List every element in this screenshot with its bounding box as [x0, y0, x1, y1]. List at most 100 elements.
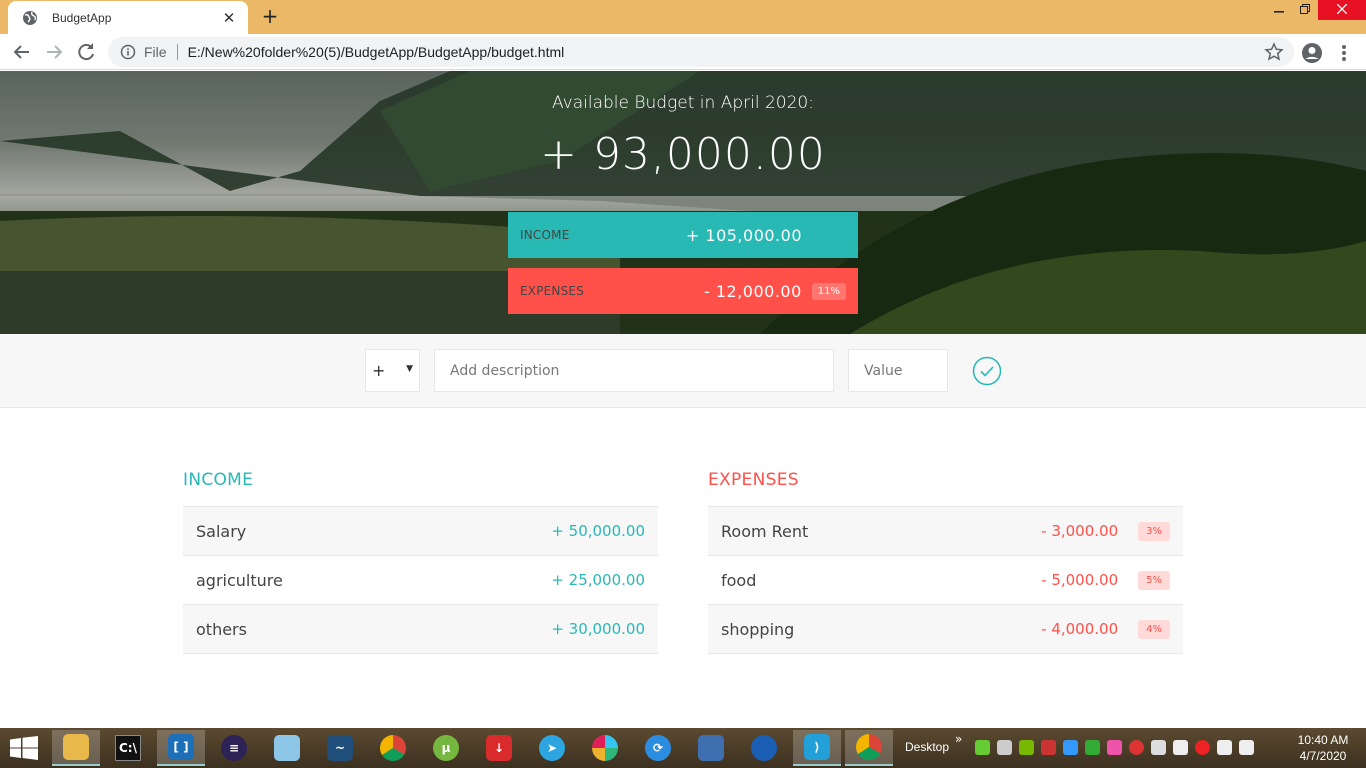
expenses-list-title: EXPENSES — [708, 470, 1183, 507]
system-tray — [975, 740, 1254, 755]
tab-close-icon[interactable]: ✕ — [220, 9, 238, 27]
arrow-right-icon — [47, 45, 63, 59]
browser-tab[interactable]: BudgetApp ✕ — [8, 1, 248, 34]
expense-row[interactable]: food - 5,000.00 5% — [708, 556, 1183, 605]
window-restore-button[interactable] — [1292, 0, 1318, 20]
tray-usb-icon[interactable] — [997, 740, 1012, 755]
taskbar-brackets[interactable]: [ ] — [157, 730, 205, 766]
income-item-description: others — [196, 619, 247, 639]
desktop-toolbar-label[interactable]: Desktop — [905, 740, 949, 754]
chrome-icon — [380, 735, 406, 761]
taskbar-chrome-active[interactable] — [845, 730, 893, 766]
more-menu-icon[interactable] — [1336, 42, 1352, 64]
available-budget-value: + 93,000.00 — [540, 129, 826, 180]
taskbar-vscode[interactable]: ⟩ — [793, 730, 841, 766]
expense-item-value: - 3,000.00 — [1041, 522, 1119, 540]
budget-header: Available Budget in April 2020: + 93,000… — [0, 71, 1366, 334]
eclipse-icon: ≡ — [221, 735, 247, 761]
tray-nvidia-icon[interactable] — [1019, 740, 1034, 755]
expense-item-percentage: 3% — [1138, 521, 1170, 541]
add-checkmark-button[interactable] — [972, 356, 1002, 386]
expenses-percentage-badge: 11% — [811, 282, 846, 300]
new-tab-button[interactable]: + — [258, 5, 282, 29]
type-select[interactable]: + ▼ — [365, 349, 420, 392]
forward-button[interactable] — [42, 40, 66, 64]
taskbar-utorrent[interactable]: µ — [422, 730, 470, 766]
taskbar-eclipse[interactable]: ≡ — [210, 730, 258, 766]
expenses-summary-value: - 12,000.00 — [703, 281, 802, 301]
tray-record-icon[interactable] — [1129, 740, 1144, 755]
window-minimize-button[interactable] — [1266, 0, 1292, 20]
reload-button[interactable] — [74, 40, 98, 64]
income-summary: INCOME + 105,000.00 — [508, 212, 858, 258]
tab-title: BudgetApp — [52, 10, 112, 25]
tray-network-icon[interactable] — [1151, 740, 1166, 755]
info-icon[interactable] — [120, 44, 136, 60]
income-row[interactable]: others + 30,000.00 — [183, 605, 658, 654]
income-row[interactable]: Salary + 50,000.00 — [183, 507, 658, 556]
expense-item-description: food — [721, 570, 757, 590]
income-summary-label: INCOME — [520, 228, 570, 242]
income-row[interactable]: agriculture + 25,000.00 — [183, 556, 658, 605]
taskbar-thunderbird[interactable] — [740, 730, 788, 766]
tray-pdf-icon[interactable] — [1041, 740, 1056, 755]
reload-icon — [78, 43, 94, 61]
taskbar-idm[interactable]: ↓ — [475, 730, 523, 766]
taskbar-remote-desktop[interactable] — [687, 730, 735, 766]
bookmark-star-icon[interactable] — [1264, 42, 1284, 62]
sync-icon: ⟳ — [645, 735, 671, 761]
description-input[interactable] — [434, 349, 834, 392]
globe-icon — [23, 10, 37, 25]
expense-row[interactable]: shopping - 4,000.00 4% — [708, 605, 1183, 654]
tray-onedrive-icon[interactable] — [1173, 740, 1188, 755]
budget-title: Available Budget in April 2020: — [552, 93, 814, 113]
tray-shield-icon[interactable] — [975, 740, 990, 755]
tray-wifi-icon[interactable] — [1239, 740, 1254, 755]
clock-time: 10:40 AM — [1297, 733, 1349, 747]
windows-start-icon[interactable] — [10, 736, 38, 760]
taskbar-clock[interactable]: 10:40 AM 4/7/2020 — [1294, 732, 1352, 764]
income-summary-value: + 105,000.00 — [685, 225, 802, 245]
thunderbird-icon — [751, 735, 777, 761]
browser-tab-strip: BudgetApp ✕ + — [0, 0, 1366, 34]
expense-item-description: Room Rent — [721, 521, 809, 541]
address-bar[interactable]: File E:/New%20folder%20(5)/BudgetApp/Bud… — [108, 37, 1294, 67]
profile-avatar-icon[interactable] — [1301, 42, 1323, 64]
vscode-icon: ⟩ — [804, 734, 830, 760]
tray-clock-icon[interactable] — [1195, 740, 1210, 755]
expense-item-percentage: 4% — [1138, 619, 1170, 639]
taskbar-sync-app[interactable]: ⟳ — [634, 730, 682, 766]
minimize-icon — [1274, 11, 1284, 13]
value-input[interactable] — [848, 349, 948, 392]
taskbar-mysql-workbench[interactable]: ~ — [316, 730, 364, 766]
taskbar-slack[interactable] — [581, 730, 629, 766]
tray-app-icon[interactable] — [1063, 740, 1078, 755]
tray-color-icon[interactable] — [1107, 740, 1122, 755]
url-text[interactable]: E:/New%20folder%20(5)/BudgetApp/BudgetAp… — [188, 44, 1264, 60]
arrow-left-icon — [13, 45, 29, 59]
taskbar-chrome[interactable] — [369, 730, 417, 766]
expenses-summary: EXPENSES - 12,000.00 11% — [508, 268, 858, 314]
chevron-right-icon[interactable]: » — [955, 732, 962, 746]
expense-item-value: - 4,000.00 — [1041, 620, 1119, 638]
income-item-value: + 25,000.00 — [551, 571, 645, 589]
taskbar-file-explorer[interactable] — [52, 730, 100, 766]
taskbar-command-prompt[interactable]: C:\ — [104, 730, 152, 766]
caret-down-icon: ▼ — [406, 364, 413, 374]
add-item-bar: + ▼ — [0, 334, 1366, 408]
taskbar-notepad[interactable] — [263, 730, 311, 766]
windows-taskbar: C:\ [ ] ≡ ~ µ ↓ ➤ ⟳ ⟩ Desktop » 10:40 AM… — [0, 728, 1366, 768]
window-close-button[interactable] — [1318, 0, 1366, 20]
utorrent-icon: µ — [433, 735, 459, 761]
tray-volume-icon[interactable] — [1217, 740, 1232, 755]
income-list: INCOME Salary + 50,000.00 agriculture + … — [183, 470, 658, 654]
taskbar-telegram[interactable]: ➤ — [528, 730, 576, 766]
income-item-description: Salary — [196, 521, 247, 541]
tray-user-icon[interactable] — [1085, 740, 1100, 755]
chrome-icon — [856, 734, 882, 760]
income-item-value: + 30,000.00 — [551, 620, 645, 638]
expense-row[interactable]: Room Rent - 3,000.00 3% — [708, 507, 1183, 556]
expense-item-value: - 5,000.00 — [1041, 571, 1119, 589]
back-button[interactable] — [10, 40, 34, 64]
mysql-icon: ~ — [327, 735, 353, 761]
